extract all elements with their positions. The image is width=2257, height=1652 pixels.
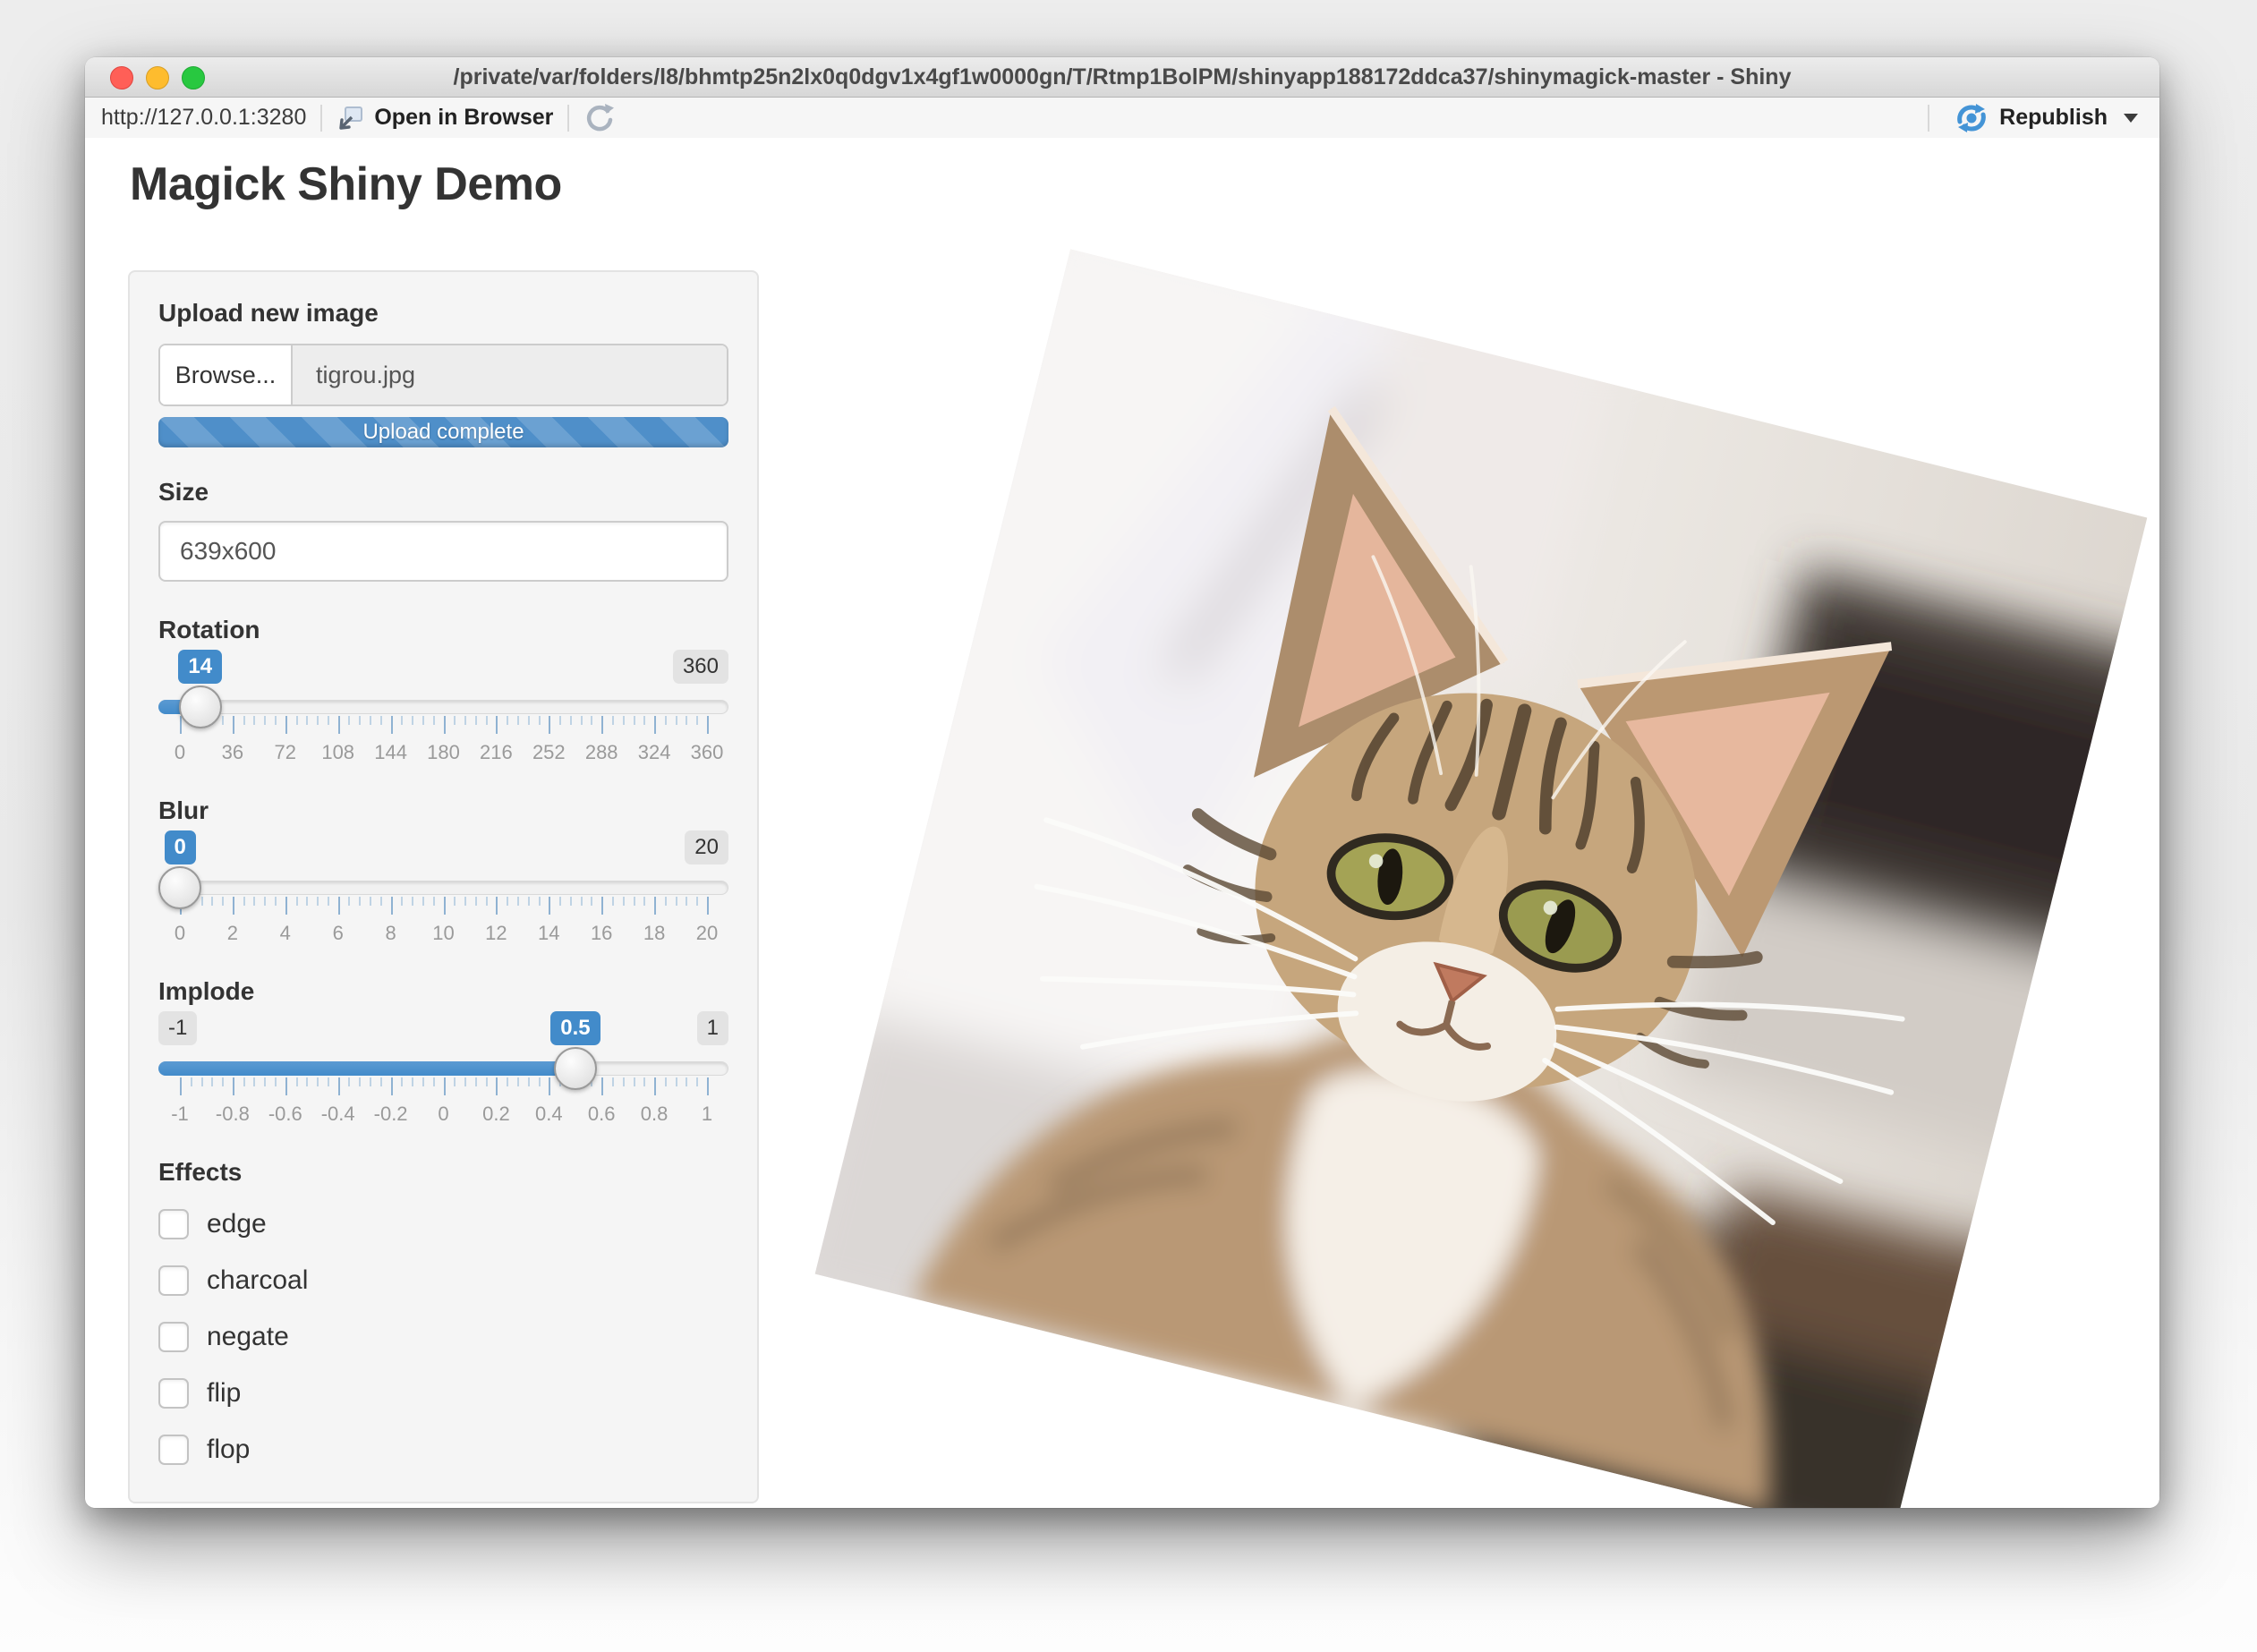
effect-label: charcoal xyxy=(207,1265,308,1296)
implode-slider-block: Implode -1 1 0.5 -1-0.8-0.6-0.4-0.200.20… xyxy=(158,977,728,1135)
slider-max-bubble: 20 xyxy=(685,830,728,864)
slider-value-bubble: 0 xyxy=(165,830,196,864)
minimize-window-button[interactable] xyxy=(146,66,169,89)
open-in-browser-icon xyxy=(336,104,365,132)
slider-fill xyxy=(158,1061,575,1076)
effect-checkbox-flop[interactable] xyxy=(158,1435,189,1465)
slider-grid: 02468101214161820 xyxy=(158,897,728,954)
app-url: http://127.0.0.1:3280 xyxy=(101,105,306,131)
republish-icon xyxy=(1955,103,1989,133)
title-bar: /private/var/folders/l8/bhmtp25n2lx0q0dg… xyxy=(85,57,2159,98)
traffic-lights xyxy=(110,66,205,89)
slider-value-bubble: 0.5 xyxy=(550,1011,600,1045)
uploaded-image-preview xyxy=(815,250,2148,1508)
slider-handle[interactable] xyxy=(554,1047,597,1090)
open-in-browser-label: Open in Browser xyxy=(374,105,553,131)
rotation-slider[interactable]: 0 360 14 03672108144180216252288324360 xyxy=(158,650,728,773)
toolbar-divider xyxy=(1928,105,1929,132)
slider-max-bubble: 1 xyxy=(697,1011,728,1045)
effect-label: flip xyxy=(207,1378,241,1409)
app-content: Magick Shiny Demo Upload new image Brows… xyxy=(85,138,2159,1508)
refresh-button[interactable] xyxy=(583,102,616,134)
slider-value-bubble: 14 xyxy=(178,650,222,684)
browse-button[interactable]: Browse... xyxy=(160,345,293,404)
effect-checkbox-flip[interactable] xyxy=(158,1378,189,1409)
republish-button[interactable]: Republish xyxy=(1999,105,2108,131)
close-window-button[interactable] xyxy=(110,66,133,89)
open-in-browser-button[interactable]: Open in Browser xyxy=(336,104,553,132)
slider-handle[interactable] xyxy=(179,685,222,728)
implode-label: Implode xyxy=(158,977,728,1006)
rotation-slider-block: Rotation 0 360 14 0367210814418021625228… xyxy=(158,616,728,773)
size-input[interactable] xyxy=(158,521,728,582)
effect-row-edge: edge xyxy=(158,1205,728,1244)
effect-label: negate xyxy=(207,1322,289,1352)
slider-min-bubble: -1 xyxy=(158,1011,197,1045)
slider-grid: -1-0.8-0.6-0.4-0.200.20.40.60.81 xyxy=(158,1077,728,1135)
effect-row-flip: flip xyxy=(158,1374,728,1413)
effect-checkbox-negate[interactable] xyxy=(158,1322,189,1352)
blur-slider[interactable]: 0 20 0 02468101214161820 xyxy=(158,830,728,954)
republish-dropdown-caret[interactable] xyxy=(2124,114,2138,123)
blur-slider-block: Blur 0 20 0 02468101214161820 xyxy=(158,796,728,954)
uploaded-filename[interactable]: tigrou.jpg xyxy=(293,345,727,404)
cat-photo-illustration xyxy=(815,250,2148,1508)
size-label: Size xyxy=(158,478,728,507)
rotation-label: Rotation xyxy=(158,616,728,644)
app-window: /private/var/folders/l8/bhmtp25n2lx0q0dg… xyxy=(85,57,2159,1508)
effect-label: flop xyxy=(207,1435,250,1465)
effect-checkbox-edge[interactable] xyxy=(158,1209,189,1239)
upload-progress-bar: Upload complete xyxy=(158,417,728,447)
upload-label: Upload new image xyxy=(158,299,728,328)
effect-row-negate: negate xyxy=(158,1317,728,1357)
implode-slider[interactable]: -1 1 0.5 -1-0.8-0.6-0.4-0.200.20.40.60.8… xyxy=(158,1011,728,1135)
page-title: Magick Shiny Demo xyxy=(130,158,562,211)
slider-track[interactable] xyxy=(158,700,728,714)
blur-label: Blur xyxy=(158,796,728,825)
effect-row-flop: flop xyxy=(158,1430,728,1469)
slider-max-bubble: 360 xyxy=(673,650,728,684)
controls-sidebar: Upload new image Browse... tigrou.jpg Up… xyxy=(128,270,759,1503)
slider-grid: 03672108144180216252288324360 xyxy=(158,716,728,773)
slider-track[interactable] xyxy=(158,881,728,895)
viewer-toolbar: http://127.0.0.1:3280 Open in Browser xyxy=(85,98,2159,140)
refresh-icon xyxy=(583,102,616,134)
effect-row-charcoal: charcoal xyxy=(158,1261,728,1300)
window-title: /private/var/folders/l8/bhmtp25n2lx0q0dg… xyxy=(192,57,2052,97)
effects-group: Effects edge charcoal negate flip xyxy=(158,1158,728,1469)
effect-label: edge xyxy=(207,1209,267,1239)
toolbar-divider xyxy=(320,105,322,132)
upload-progress-text: Upload complete xyxy=(362,420,524,445)
effects-label: Effects xyxy=(158,1158,728,1187)
effect-checkbox-charcoal[interactable] xyxy=(158,1265,189,1296)
slider-handle[interactable] xyxy=(158,866,201,909)
toolbar-divider xyxy=(567,105,569,132)
file-input: Browse... tigrou.jpg xyxy=(158,344,728,406)
